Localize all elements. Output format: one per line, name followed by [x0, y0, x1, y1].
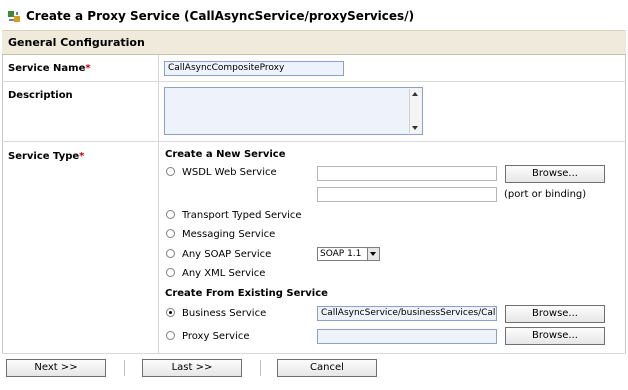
- radio-business-service[interactable]: [166, 308, 175, 317]
- any-soap-label: Any SOAP Service: [182, 249, 272, 260]
- port-binding-hint: (port or binding): [504, 189, 587, 200]
- description-label: Description: [8, 90, 73, 101]
- business-service-label: Business Service: [182, 308, 267, 319]
- radio-wsdl[interactable]: [166, 167, 175, 176]
- row-divider: [2, 141, 626, 142]
- soap-version-value: SOAP 1.1: [320, 249, 362, 259]
- radio-any-soap[interactable]: [166, 249, 175, 258]
- radio-any-xml[interactable]: [166, 268, 175, 277]
- wsdl-browse-button[interactable]: Browse...: [505, 165, 605, 183]
- footer-separator: [260, 360, 261, 376]
- proxy-browse-button[interactable]: Browse...: [505, 327, 605, 345]
- page-title: Create a Proxy Service (CallAsyncService…: [26, 9, 415, 23]
- next-button[interactable]: Next >>: [6, 359, 106, 377]
- proxy-service-input[interactable]: [317, 329, 497, 344]
- service-name-input[interactable]: CallAsyncCompositeProxy: [164, 61, 344, 76]
- soap-version-select[interactable]: SOAP 1.1: [317, 247, 380, 261]
- row-divider: [2, 353, 626, 354]
- footer-separator: [124, 360, 125, 376]
- proxy-service-icon: [8, 11, 20, 22]
- scroll-up-icon[interactable]: [412, 92, 418, 96]
- cancel-button[interactable]: Cancel: [277, 359, 377, 377]
- service-name-label: Service Name*: [8, 63, 91, 74]
- scroll-down-icon[interactable]: [412, 126, 418, 130]
- last-button[interactable]: Last >>: [142, 359, 242, 377]
- chevron-down-icon: [370, 252, 376, 256]
- proxy-service-label: Proxy Service: [182, 331, 250, 342]
- create-existing-heading: Create From Existing Service: [165, 288, 328, 299]
- any-xml-label: Any XML Service: [182, 268, 266, 279]
- column-divider: [158, 55, 159, 354]
- radio-proxy-service[interactable]: [166, 331, 175, 340]
- radio-transport-typed[interactable]: [166, 210, 175, 219]
- wsdl-label: WSDL Web Service: [182, 167, 277, 178]
- business-service-input[interactable]: CallAsyncService/businessServices/CallAs: [317, 306, 497, 321]
- wsdl-input[interactable]: [317, 166, 497, 181]
- radio-messaging[interactable]: [166, 229, 175, 238]
- create-new-heading: Create a New Service: [165, 149, 286, 160]
- section-title: General Configuration: [8, 36, 145, 49]
- service-type-label: Service Type*: [8, 151, 85, 162]
- row-divider: [2, 81, 626, 82]
- transport-typed-label: Transport Typed Service: [182, 210, 302, 221]
- messaging-label: Messaging Service: [182, 229, 276, 240]
- business-browse-button[interactable]: Browse...: [505, 305, 605, 323]
- select-dropdown-button[interactable]: [367, 248, 379, 260]
- description-textarea[interactable]: [164, 87, 423, 135]
- textarea-scrollbar[interactable]: [409, 89, 421, 133]
- wsdl-port-input[interactable]: [317, 187, 497, 202]
